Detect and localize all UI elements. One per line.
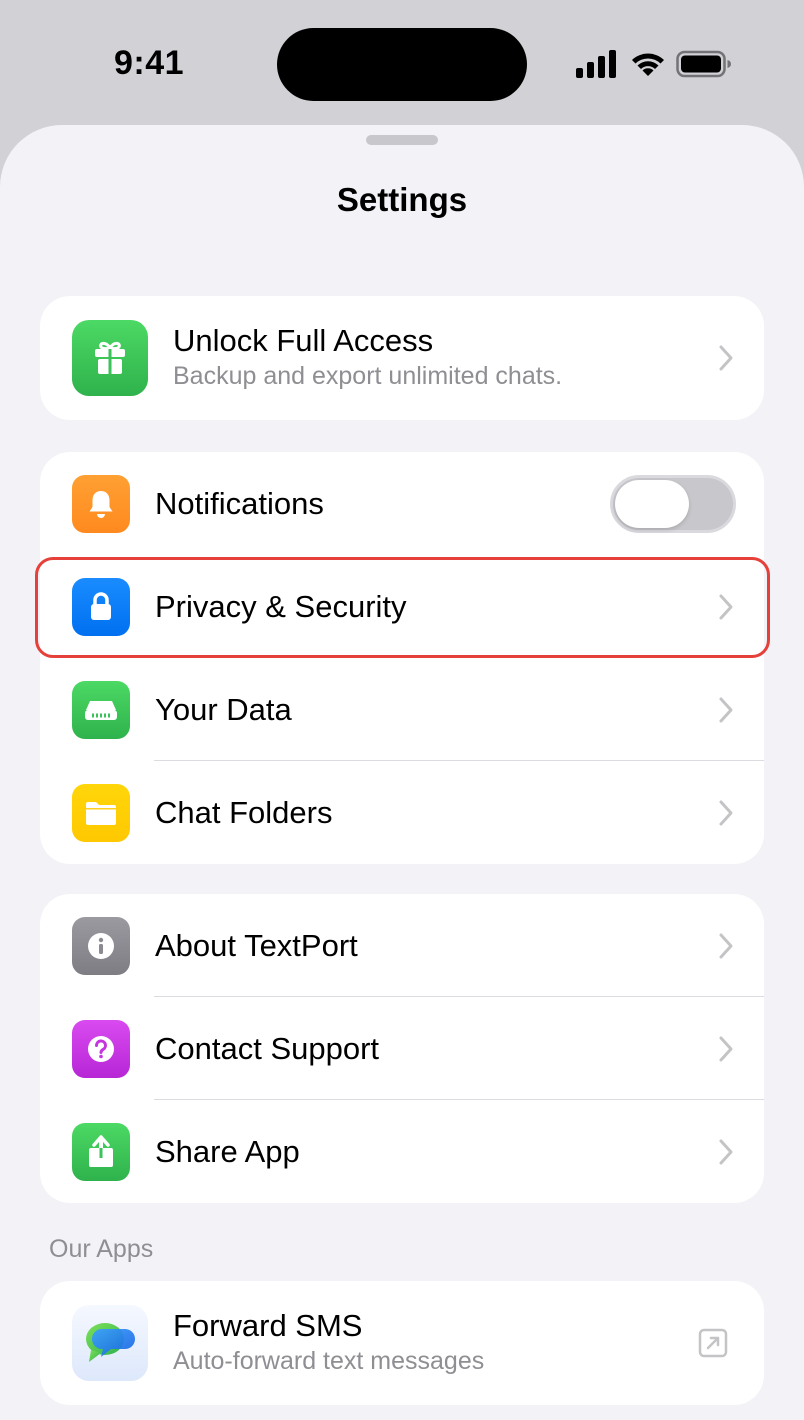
our-apps-header: Our Apps bbox=[49, 1235, 154, 1263]
bell-icon bbox=[72, 474, 130, 533]
notifications-row: Notifications bbox=[40, 452, 764, 555]
our-apps-card: Forward SMS Auto-forward text messages bbox=[40, 1281, 764, 1405]
battery-icon bbox=[676, 50, 731, 78]
forward-sms-row[interactable]: Forward SMS Auto-forward text messages bbox=[40, 1281, 764, 1405]
question-icon bbox=[72, 1019, 130, 1078]
dynamic-island bbox=[277, 28, 527, 101]
page-title: Settings bbox=[336, 181, 468, 218]
chat-bubble-icon bbox=[72, 1305, 148, 1381]
forward-sms-subtitle: Auto-forward text messages bbox=[173, 1347, 485, 1375]
forward-sms-title: Forward SMS bbox=[173, 1308, 363, 1343]
folder-icon bbox=[72, 783, 130, 842]
unlock-text: Unlock Full Access Backup and export unl… bbox=[173, 323, 562, 393]
chevron-right-icon bbox=[719, 1036, 733, 1061]
drive-icon bbox=[72, 680, 130, 739]
share-icon bbox=[72, 1122, 130, 1181]
unlock-full-access-card[interactable]: Unlock Full Access Backup and export unl… bbox=[40, 296, 764, 420]
about-card: About TextPort Contact Support Share App bbox=[40, 894, 764, 1203]
your-data-label: Your Data bbox=[155, 691, 292, 727]
external-link-icon bbox=[698, 1328, 728, 1358]
contact-support-row[interactable]: Contact Support bbox=[40, 997, 764, 1100]
general-settings-card: Notifications Privacy & Security Your Da… bbox=[40, 452, 764, 864]
info-icon bbox=[72, 916, 130, 975]
chevron-right-icon bbox=[719, 933, 733, 958]
chat-folders-label: Chat Folders bbox=[155, 794, 333, 830]
wifi-icon bbox=[632, 53, 664, 76]
contact-support-label: Contact Support bbox=[155, 1030, 380, 1066]
chevron-right-icon bbox=[719, 345, 733, 371]
gift-icon bbox=[72, 320, 148, 396]
notifications-label: Notifications bbox=[155, 485, 324, 521]
chevron-right-icon bbox=[719, 800, 733, 825]
status-time: 9:41 bbox=[114, 44, 185, 82]
share-app-label: Share App bbox=[155, 1133, 300, 1169]
unlock-title: Unlock Full Access bbox=[173, 323, 434, 358]
about-textport-row[interactable]: About TextPort bbox=[40, 894, 764, 997]
sheet-grabber[interactable] bbox=[366, 135, 438, 145]
unlock-full-access-row[interactable]: Unlock Full Access Backup and export unl… bbox=[40, 296, 764, 420]
cellular-signal-icon bbox=[576, 50, 616, 78]
privacy-security-highlight bbox=[35, 557, 770, 658]
toggle-knob bbox=[615, 479, 689, 528]
about-textport-label: About TextPort bbox=[155, 927, 358, 963]
unlock-subtitle: Backup and export unlimited chats. bbox=[173, 362, 563, 390]
chevron-right-icon bbox=[719, 697, 733, 722]
chat-folders-row[interactable]: Chat Folders bbox=[40, 761, 764, 864]
chevron-right-icon bbox=[719, 1139, 733, 1164]
status-icons bbox=[576, 50, 732, 78]
forward-sms-text: Forward SMS Auto-forward text messages bbox=[173, 1308, 484, 1378]
share-app-row[interactable]: Share App bbox=[40, 1100, 764, 1203]
notifications-toggle[interactable] bbox=[610, 474, 736, 533]
your-data-row[interactable]: Your Data bbox=[40, 658, 764, 761]
